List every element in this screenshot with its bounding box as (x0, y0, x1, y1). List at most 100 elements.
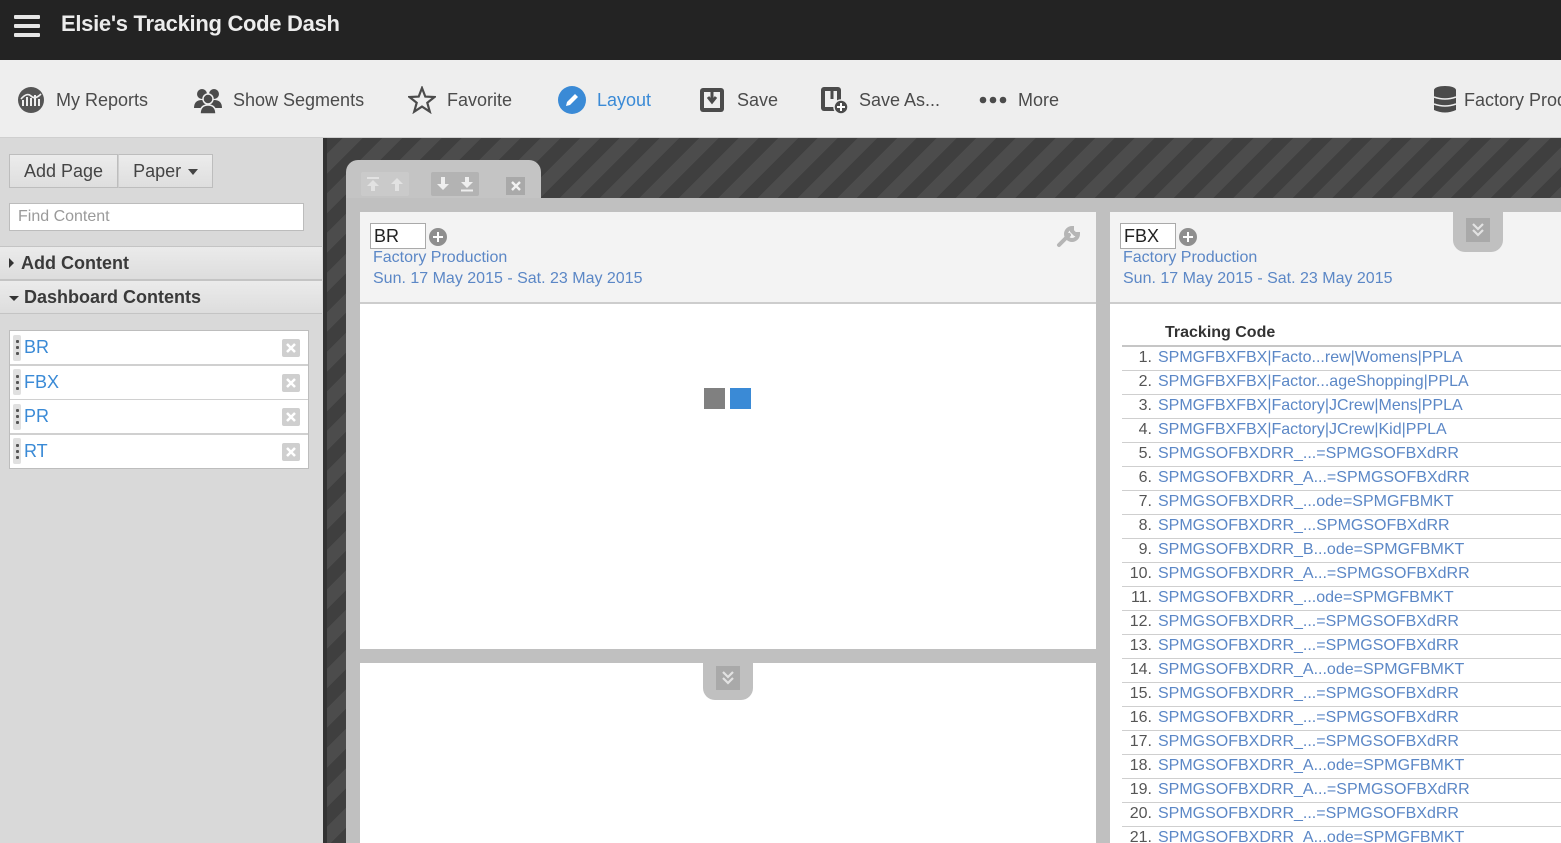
content-item-br[interactable]: BR (10, 331, 308, 364)
tracking-code-link[interactable]: SPMGSOFBXDRR_B...ode=SPMGFBMKT (1158, 538, 1561, 563)
tracking-code-link[interactable]: SPMGFBXFBX|Factory|JCrew|Mens|PPLA (1158, 394, 1561, 419)
more-label: More (1018, 89, 1060, 110)
tracking-code-column-header[interactable]: Tracking Code (1122, 320, 1561, 347)
drag-handle-icon[interactable] (13, 369, 21, 395)
tracking-code-table: Tracking Code R 1.SPMGFBXFBX|Facto...rew… (1122, 320, 1561, 843)
content-item-label: RT (24, 440, 48, 461)
tracking-code-link[interactable]: SPMGSOFBXDRR_...=SPMGSOFBXdRR (1158, 802, 1561, 827)
add-icon[interactable] (1179, 228, 1197, 246)
date-range-link[interactable]: Sun. 17 May 2015 - Sat. 23 May 2015 (1123, 270, 1393, 288)
remove-icon[interactable] (282, 373, 300, 392)
wrench-icon[interactable] (1056, 224, 1082, 250)
tracking-code-link[interactable]: SPMGSOFBXDRR_A...=SPMGSOFBXdRR (1158, 562, 1561, 587)
table-row: 1. SPMGFBXFBX|Facto...rew|Womens|PPLA (1122, 346, 1561, 371)
tracking-code-link[interactable]: SPMGSOFBXDRR_A...ode=SPMGFBMKT (1158, 754, 1561, 779)
tracking-code-link[interactable]: SPMGFBXFBX|Factor...ageShopping|PPLA (1158, 370, 1561, 395)
add-content-label: Add Content (21, 252, 129, 273)
save-button[interactable]: Save (697, 84, 778, 116)
tracking-code-link[interactable]: SPMGSOFBXDRR_...=SPMGSOFBXdRR (1158, 730, 1561, 755)
save-as-icon (819, 85, 849, 115)
my-reports-button[interactable]: My Reports (16, 84, 148, 116)
add-content-section[interactable]: Add Content (0, 246, 322, 280)
drag-handle-icon[interactable] (13, 403, 21, 430)
drag-handle-icon[interactable] (13, 438, 21, 464)
add-page-button[interactable]: Add Page (9, 154, 119, 188)
move-to-bottom-icon[interactable] (455, 172, 479, 196)
content-item-pr[interactable]: PR (10, 400, 308, 433)
content-item-rt[interactable]: RT (10, 434, 308, 468)
move-down-controls (431, 172, 479, 196)
page-button-group: Add Page Paper (9, 154, 214, 188)
table-row: 2. SPMGFBXFBX|Factor...ageShopping|PPLA (1122, 370, 1561, 395)
row-rank: 1. (1122, 346, 1158, 371)
panel-name-input[interactable] (1120, 223, 1176, 249)
dashboard-contents-list: BR FBX PR RT (9, 330, 309, 469)
table-row: 9. SPMGSOFBXDRR_B...ode=SPMGFBMKT (1122, 538, 1561, 563)
show-segments-button[interactable]: Show Segments (193, 84, 364, 116)
tracking-code-link[interactable]: SPMGSOFBXDRR_...ode=SPMGFBMKT (1158, 490, 1561, 515)
find-content-input[interactable] (9, 203, 304, 231)
tracking-code-link[interactable]: SPMGSOFBXDRR_...=SPMGSOFBXdRR (1158, 610, 1561, 635)
table-row: 16. SPMGSOFBXDRR_...=SPMGSOFBXdRR (1122, 706, 1561, 731)
date-range-link[interactable]: Sun. 17 May 2015 - Sat. 23 May 2015 (373, 270, 643, 288)
star-icon (407, 85, 437, 115)
tracking-code-link[interactable]: SPMGSOFBXDRR_...=SPMGSOFBXdRR (1158, 634, 1561, 659)
tracking-code-link[interactable]: SPMGFBXFBX|Factory|JCrew|Kid|PPLA (1158, 418, 1561, 443)
remove-icon[interactable] (282, 408, 300, 426)
collapse-toggle[interactable] (703, 658, 753, 700)
report-suite-button[interactable]: Factory Production (1433, 84, 1561, 116)
layout-button[interactable]: Layout (557, 84, 651, 116)
database-icon (1433, 85, 1457, 115)
tracking-code-link[interactable]: SPMGSOFBXDRR_...=SPMGSOFBXdRR (1158, 682, 1561, 707)
tracking-code-link[interactable]: SPMGSOFBXDRR_A...=SPMGSOFBXdRR (1158, 466, 1561, 491)
report-suite-link[interactable]: Factory Production (373, 249, 507, 267)
content-item-label: BR (24, 337, 50, 357)
move-up-icon[interactable] (385, 172, 409, 196)
tracking-code-link[interactable]: SPMGFBXFBX|Facto...rew|Womens|PPLA (1158, 346, 1561, 371)
collapse-toggle[interactable] (1453, 210, 1503, 252)
my-reports-label: My Reports (56, 89, 149, 110)
dashboard-contents-section[interactable]: Dashboard Contents (0, 280, 322, 314)
save-as-button[interactable]: Save As... (819, 84, 940, 116)
row-rank: 12. (1122, 610, 1158, 635)
tracking-code-link[interactable]: SPMGSOFBXDRR_A...ode=SPMGFBMKT (1158, 826, 1561, 843)
drag-handle-icon[interactable] (13, 334, 21, 361)
save-as-label: Save As... (859, 89, 941, 110)
remove-icon[interactable] (282, 442, 300, 461)
move-to-top-icon[interactable] (361, 172, 385, 196)
content-item-label: FBX (24, 371, 60, 392)
add-icon[interactable] (429, 228, 447, 246)
loader-square-gray (704, 388, 725, 409)
tracking-code-link[interactable]: SPMGSOFBXDRR_...SPMGSOFBXdRR (1158, 514, 1561, 539)
tracking-code-link[interactable]: SPMGSOFBXDRR_...=SPMGSOFBXdRR (1158, 706, 1561, 731)
row-rank: 14. (1122, 658, 1158, 683)
show-segments-label: Show Segments (233, 89, 365, 110)
favorite-button[interactable]: Favorite (407, 84, 512, 116)
table-row: 3. SPMGFBXFBX|Factory|JCrew|Mens|PPLA (1122, 394, 1561, 419)
row-rank: 21. (1122, 826, 1158, 843)
row-rank: 15. (1122, 682, 1158, 707)
paper-dropdown[interactable]: Paper (118, 154, 214, 188)
row-rank: 8. (1122, 514, 1158, 539)
remove-icon[interactable] (282, 339, 300, 357)
tracking-code-link[interactable]: SPMGSOFBXDRR_...ode=SPMGFBMKT (1158, 586, 1561, 611)
row-rank: 6. (1122, 466, 1158, 491)
tracking-code-link[interactable]: SPMGSOFBXDRR_...=SPMGSOFBXdRR (1158, 442, 1561, 467)
hamburger-menu-icon[interactable] (14, 15, 40, 39)
report-suite-label: Factory Production (1464, 89, 1561, 110)
save-label: Save (737, 89, 779, 110)
row-rank: 5. (1122, 442, 1158, 467)
report-suite-link[interactable]: Factory Production (1123, 249, 1257, 267)
triangle-right-icon (9, 258, 14, 268)
panel-name-input[interactable] (370, 223, 426, 249)
tracking-code-link[interactable]: SPMGSOFBXDRR_A...=SPMGSOFBXdRR (1158, 778, 1561, 803)
move-down-icon[interactable] (431, 172, 455, 196)
close-page-icon[interactable] (506, 177, 525, 195)
more-button[interactable]: More (978, 84, 1059, 116)
canvas-divider (323, 138, 327, 843)
table-row: 17. SPMGSOFBXDRR_...=SPMGSOFBXdRR (1122, 730, 1561, 755)
row-rank: 2. (1122, 370, 1158, 395)
content-item-fbx[interactable]: FBX (10, 365, 308, 399)
row-rank: 20. (1122, 802, 1158, 827)
tracking-code-link[interactable]: SPMGSOFBXDRR_A...ode=SPMGFBMKT (1158, 658, 1561, 683)
